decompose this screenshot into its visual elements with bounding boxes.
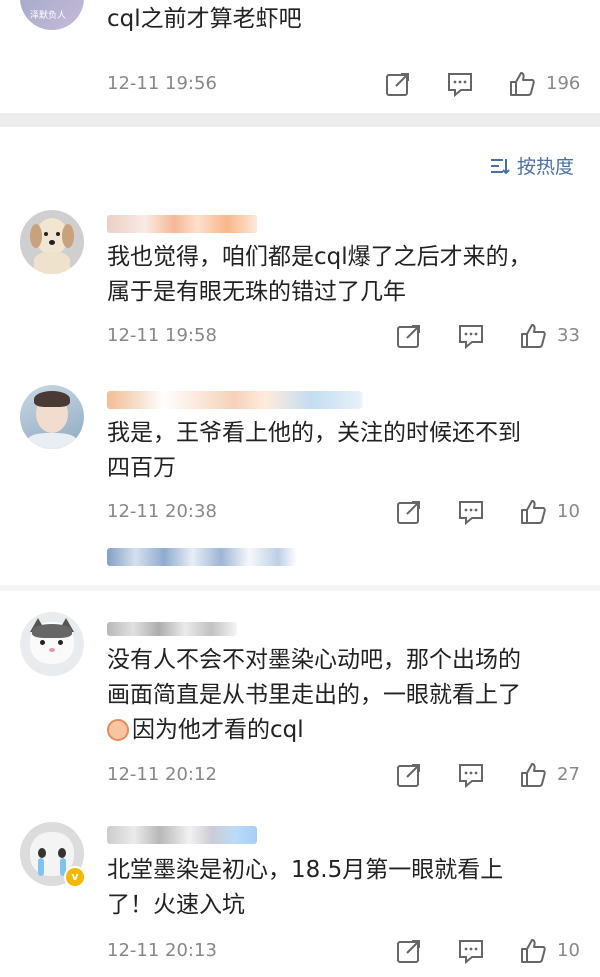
- like-count: 10: [557, 501, 580, 522]
- like-icon[interactable]: [520, 938, 546, 964]
- comment-text: 属于是有眼无珠的错过了几年: [107, 279, 406, 305]
- avatar[interactable]: 泽默负人: [20, 0, 84, 30]
- comment-icon[interactable]: [458, 499, 484, 525]
- sort-by-heat-button[interactable]: 按热度: [489, 152, 574, 179]
- comment-time: 12-11 20:13: [107, 940, 217, 961]
- comment-text: 我也觉得，咱们都是cql爆了之后才来的，: [107, 244, 532, 270]
- share-icon[interactable]: [396, 938, 422, 964]
- avatar[interactable]: [20, 210, 84, 274]
- like-icon[interactable]: [520, 762, 546, 788]
- verified-badge-icon: v: [64, 866, 86, 888]
- boy-avatar: [20, 385, 84, 449]
- comment-text: 因为他才看的cql: [132, 717, 304, 743]
- avatar-caption: 泽默负人: [30, 11, 67, 21]
- share-icon[interactable]: [385, 71, 411, 97]
- like-count: 27: [557, 764, 580, 785]
- comment-icon[interactable]: [447, 71, 473, 97]
- comment-time: 12-11 19:56: [107, 73, 217, 94]
- comment-text: 我是，王爷看上他的，关注的时候还不到: [107, 420, 521, 446]
- reply-preview-blurred[interactable]: [107, 548, 297, 566]
- comment-icon[interactable]: [458, 323, 484, 349]
- share-icon[interactable]: [396, 499, 422, 525]
- emoji-icon: [107, 719, 129, 741]
- like-count: 33: [557, 325, 580, 346]
- avatar[interactable]: [20, 612, 84, 676]
- comment-text: 了！火速入坑: [107, 892, 245, 918]
- comment-icon[interactable]: [458, 938, 484, 964]
- dog-avatar: [20, 210, 84, 274]
- avatar[interactable]: [20, 385, 84, 449]
- section-separator: [0, 585, 600, 591]
- comment-text: 没有人不会不对墨染心动吧，那个出场的: [107, 647, 521, 673]
- comment-text: 画面简直是从书里走出的，一眼就看上了: [107, 682, 521, 708]
- comment-time: 12-11 20:12: [107, 764, 217, 785]
- sort-lines-icon: [490, 159, 510, 175]
- like-icon[interactable]: [509, 71, 535, 97]
- comment-time: 12-11 20:38: [107, 501, 217, 522]
- section-separator: [0, 113, 600, 127]
- share-icon[interactable]: [396, 762, 422, 788]
- like-icon[interactable]: [520, 323, 546, 349]
- comment-time: 12-11 19:58: [107, 325, 217, 346]
- like-count: 10: [557, 940, 580, 961]
- share-icon[interactable]: [396, 323, 422, 349]
- username-blurred[interactable]: [107, 391, 362, 409]
- like-count: 196: [546, 73, 581, 94]
- like-icon[interactable]: [520, 499, 546, 525]
- comment-icon[interactable]: [458, 762, 484, 788]
- comment-text: 北堂墨染是初心，18.5月第一眼就看上: [107, 857, 504, 883]
- sort-label: 按热度: [516, 156, 574, 178]
- username-blurred[interactable]: [107, 826, 257, 844]
- comment-text: 四百万: [107, 455, 176, 481]
- comment-text: cql之前才算老虾吧: [107, 6, 302, 32]
- username-blurred[interactable]: [107, 215, 257, 233]
- username-blurred[interactable]: [107, 622, 237, 636]
- cat-avatar: [20, 612, 84, 676]
